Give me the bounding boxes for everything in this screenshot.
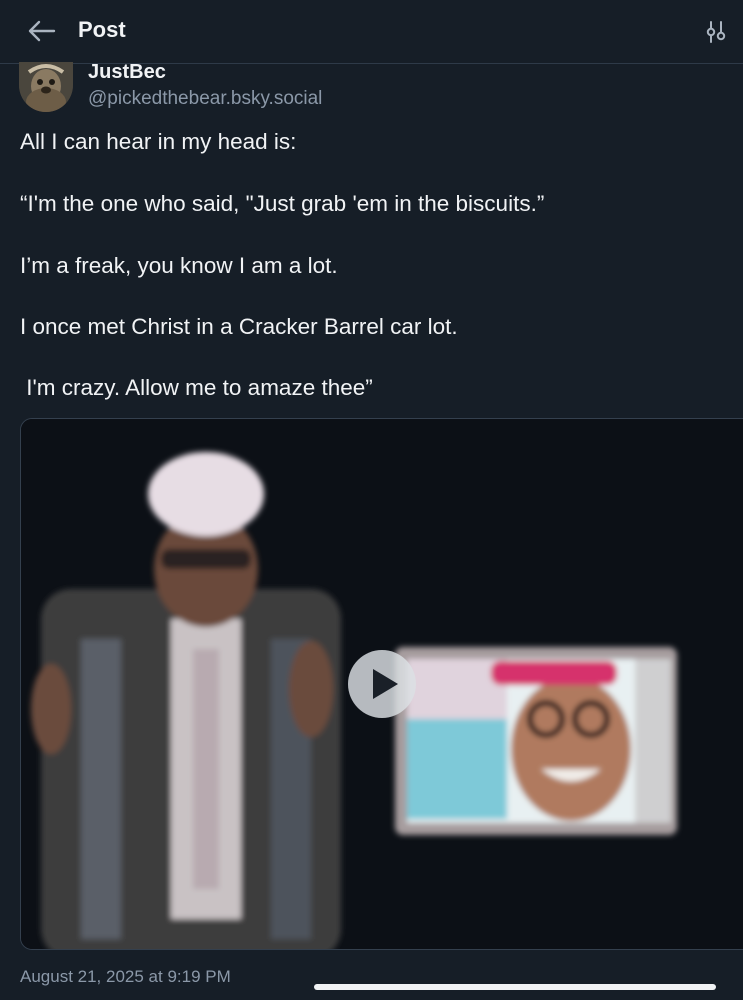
post-text-line: “I'm the one who said, "Just grab 'em in… [20,191,545,216]
back-button[interactable] [24,16,58,46]
post-text-line: I once met Christ in a Cracker Barrel ca… [20,314,458,339]
post-timestamp: August 21, 2025 at 9:19 PM [20,967,231,986]
post-text-line: I'm crazy. Allow me to amaze thee” [20,375,373,400]
play-icon [373,669,398,699]
post-text-line: All I can hear in my head is: [20,129,297,154]
avatar-image [19,62,73,112]
author-handle[interactable]: @pickedthebear.bsky.social [88,88,322,110]
page-title: Post [78,17,126,42]
sliders-icon [706,21,726,43]
top-bar: Post [0,0,743,64]
play-button[interactable] [348,650,416,718]
arrow-left-icon [28,20,56,42]
home-indicator[interactable] [314,984,716,990]
author-avatar[interactable] [19,62,73,112]
filter-button[interactable] [703,19,729,45]
author-display-name[interactable]: JustBec [88,61,166,84]
video-player[interactable] [20,418,743,950]
post-text-line: I’m a freak, you know I am a lot. [20,253,338,278]
